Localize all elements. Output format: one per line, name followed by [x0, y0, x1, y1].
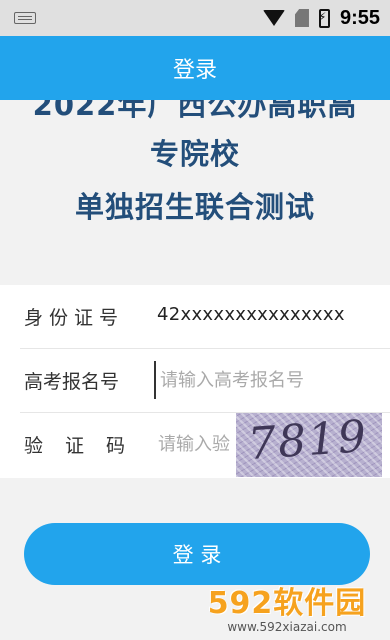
- watermark: 592软件园 www.592xiazai.com: [192, 578, 382, 634]
- status-icons: 9:55: [262, 0, 380, 36]
- exam-number-label: 高考报名号: [24, 371, 120, 393]
- captcha-label: 验证码: [24, 435, 148, 457]
- no-sim-icon: [294, 9, 309, 27]
- exam-number-row: 高考报名号: [0, 349, 390, 413]
- captcha-image-text: 7819: [246, 413, 370, 471]
- exam-number-input[interactable]: [154, 361, 380, 399]
- page-title: 登录: [172, 58, 217, 83]
- banner-line-3: 单独招生联合测试: [74, 190, 315, 224]
- wifi-icon: [262, 10, 285, 26]
- status-time: 9:55: [339, 6, 380, 29]
- status-bar: 9:55: [0, 0, 390, 36]
- captcha-input[interactable]: [154, 425, 238, 463]
- banner-line-1: 2022年广西公办高职高: [32, 100, 358, 122]
- battery-charging-icon: [318, 8, 330, 28]
- watermark-url: www.592xiazai.com: [227, 620, 347, 634]
- login-form: 身份证号 42xxxxxxxxxxxxxxx 高考报名号 验证码 7819: [0, 285, 390, 478]
- exam-banner: 2022年广西公办高职高 专院校 单独招生联合测试: [0, 100, 390, 285]
- id-number-value[interactable]: 42xxxxxxxxxxxxxxx: [157, 304, 345, 325]
- login-button[interactable]: 登 录: [24, 523, 370, 585]
- id-number-label: 身份证号: [24, 307, 125, 329]
- id-number-row: 身份证号 42xxxxxxxxxxxxxxx: [0, 285, 390, 349]
- app-bar: 登录: [0, 36, 390, 100]
- keyboard-icon: [14, 12, 36, 24]
- watermark-logo: 592软件园: [207, 586, 367, 621]
- captcha-image[interactable]: 7819: [236, 413, 382, 477]
- banner-line-2: 专院校: [149, 137, 240, 171]
